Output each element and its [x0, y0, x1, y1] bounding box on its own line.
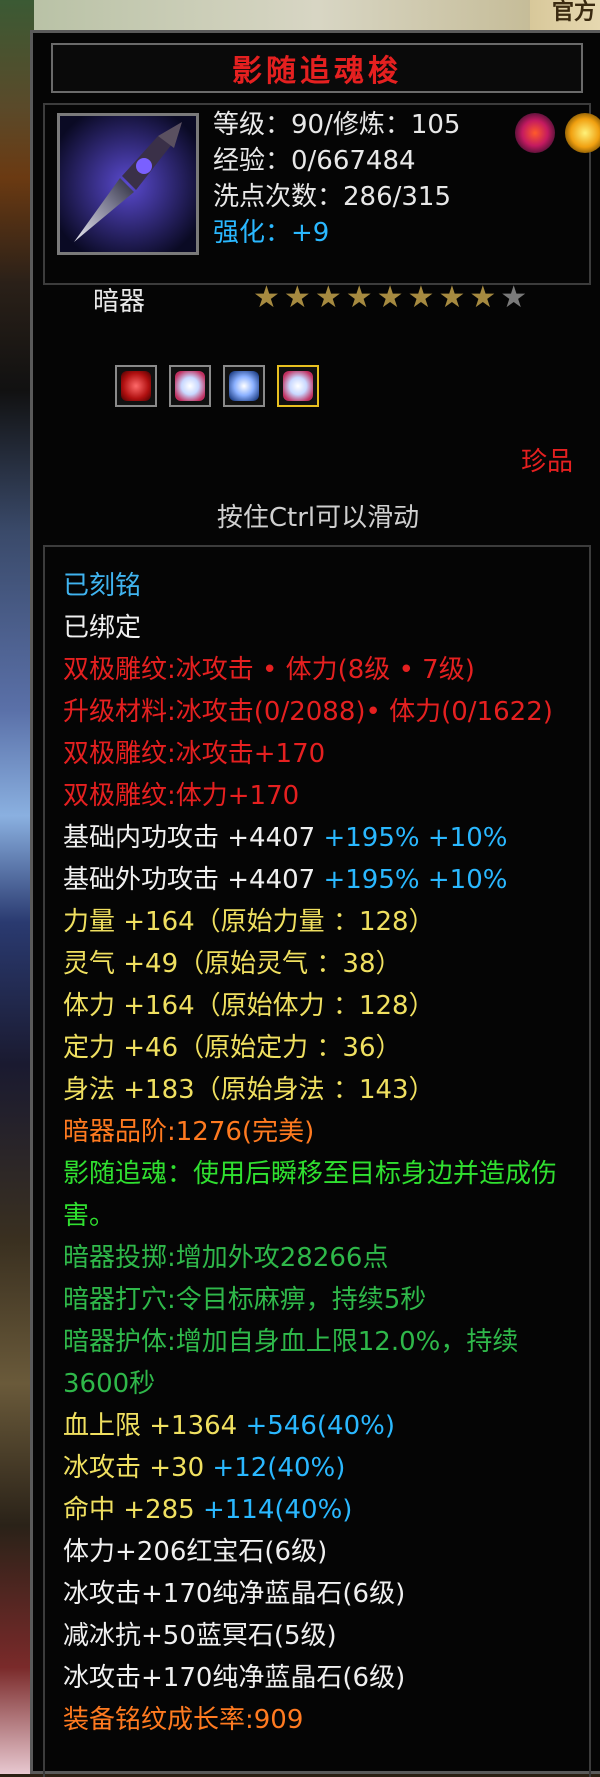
engraved-status: 已刻铭 [63, 571, 142, 601]
ice-attack-bonus: +12(40%) [212, 1453, 346, 1483]
inner-attack-line: 基础内功攻击 +4407 +195% +10% [63, 817, 583, 859]
protect-effect: 暗器护体:增加自身血上限12.0%，持续3600秒 [63, 1327, 519, 1399]
item-title-bar: 影随追魂梭 [51, 43, 583, 93]
experience: 经验：0/667484 [213, 146, 416, 176]
flame-gem-icon [515, 113, 555, 153]
gem-slot-1[interactable] [115, 365, 157, 407]
outer-attack-bonus: +195% +10% [323, 865, 508, 895]
star-icon: ★ [438, 280, 466, 315]
gem-slot-4[interactable] [277, 365, 319, 407]
hp-base: 血上限 +1364 [63, 1411, 246, 1441]
star-icon: ★ [469, 280, 497, 315]
item-stats-block: 等级：90/修炼：105 经验：0/667484 洗点次数：286/315 强化… [213, 107, 460, 251]
star-icon: ★ [314, 280, 342, 315]
dual-pattern-3: 双极雕纹:体力+170 [63, 781, 300, 811]
stamina-stat: 体力 +164（原始体力 ：128） [63, 991, 435, 1021]
star-icon: ★ [253, 280, 280, 315]
gem-bonus-3: 减冰抗+50蓝冥石(5级) [63, 1621, 337, 1651]
spirit-stat: 灵气 +49（原始灵气 ：38） [63, 949, 402, 979]
engrave-growth-rate: 装备铭纹成长率:909 [63, 1705, 304, 1735]
dual-pattern-1: 双极雕纹:冰攻击 • 体力(8级 • 7级) [63, 655, 475, 685]
red-gem-icon [121, 371, 151, 401]
star-icon: ★ [376, 280, 404, 315]
item-type: 暗器 [93, 287, 146, 317]
item-header: 等级：90/修炼：105 经验：0/667484 洗点次数：286/315 强化… [43, 103, 600, 285]
hidden-weapon-dart-icon [57, 113, 199, 255]
game-background-top [34, 0, 600, 30]
blue-crystal-gem-icon [229, 371, 259, 401]
dual-pattern-2: 双极雕纹:冰攻击+170 [63, 739, 326, 769]
throw-effect: 暗器投掷:增加外攻28266点 [63, 1243, 389, 1273]
enhancement-level: 强化：+9 [213, 218, 330, 248]
gem-slots [115, 365, 319, 407]
agility-stat: 身法 +183（原始身法 ：143） [63, 1075, 435, 1105]
inner-attack-base: 基础内功攻击 +4407 [63, 823, 324, 853]
hp-line: 血上限 +1364 +546(40%) [63, 1405, 583, 1447]
wash-count: 洗点次数：286/315 [213, 182, 452, 212]
game-background-left [0, 0, 34, 1774]
strength-stat: 力量 +164（原始力量 ：128） [63, 907, 435, 937]
bound-status: 已绑定 [63, 613, 142, 643]
ice-attack-base: 冰攻击 +30 [63, 1453, 213, 1483]
official-corner-label: 官方 [530, 0, 600, 30]
ice-attack-line: 冰攻击 +30 +12(40%) [63, 1447, 583, 1489]
focus-stat: 定力 +46（原始定力 ：36） [63, 1033, 402, 1063]
star-icon: ★ [345, 280, 373, 315]
weapon-grade: 暗器品阶:1276(完美) [63, 1117, 315, 1147]
star-rating: ★ ★ ★ ★ ★ ★ ★ ★ ★ [253, 281, 527, 315]
acupoint-effect: 暗器打穴:令目标麻痹，持续5秒 [63, 1285, 427, 1315]
star-icon: ★ [283, 280, 311, 315]
rarity-label: 珍品 [521, 447, 574, 477]
gold-sun-icon [565, 113, 600, 153]
gem-bonus-4: 冰攻击+170纯净蓝晶石(6级) [63, 1663, 406, 1693]
inner-attack-bonus: +195% +10% [323, 823, 508, 853]
gem-slot-2[interactable] [169, 365, 211, 407]
ice-gem-icon [283, 371, 313, 401]
skill-description: 影随追魂：使用后瞬移至目标身边并造成伤害。 [63, 1159, 558, 1231]
ice-gem-icon [175, 371, 205, 401]
outer-attack-base: 基础外功攻击 +4407 [63, 865, 324, 895]
star-empty-icon: ★ [500, 280, 528, 315]
hit-base: 命中 +285 [63, 1495, 203, 1525]
item-details-panel[interactable]: 已刻铭 已绑定 双极雕纹:冰攻击 • 体力(8级 • 7级) 升级材料:冰攻击(… [43, 545, 591, 1777]
item-name: 影随追魂梭 [232, 54, 402, 89]
gem-bonus-1: 体力+206红宝石(6级) [63, 1537, 328, 1567]
hp-bonus: +546(40%) [245, 1411, 395, 1441]
gem-bonus-2: 冰攻击+170纯净蓝晶石(6级) [63, 1579, 406, 1609]
upgrade-material: 升级材料:冰攻击(0/2088)• 体力(0/1622) [63, 697, 553, 727]
hit-line: 命中 +285 +114(40%) [63, 1489, 583, 1531]
gem-slot-3[interactable] [223, 365, 265, 407]
outer-attack-line: 基础外功攻击 +4407 +195% +10% [63, 859, 583, 901]
hit-bonus: +114(40%) [202, 1495, 353, 1525]
scroll-hint: 按住Ctrl可以滑动 [216, 503, 420, 533]
level-cultivation: 等级：90/修炼：105 [213, 110, 461, 140]
star-icon: ★ [407, 280, 435, 315]
item-tooltip: 影随追魂梭 等级：90/修炼：105 经验：0/667484 洗点次数：286/… [30, 30, 600, 1777]
